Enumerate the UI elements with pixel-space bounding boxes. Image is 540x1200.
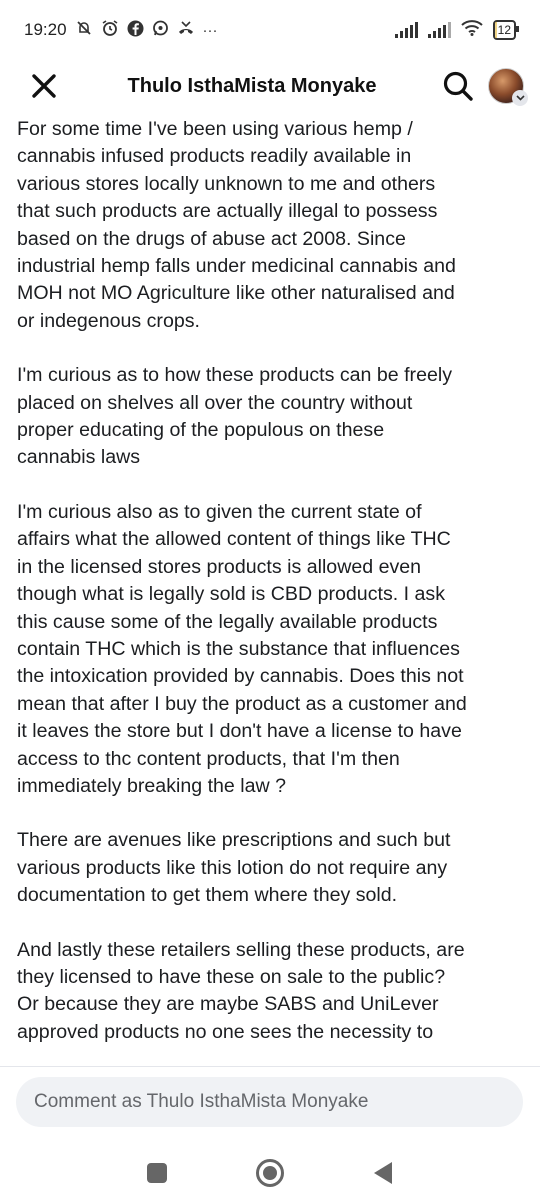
system-nav-bar — [0, 1146, 540, 1200]
status-bar: 19:20 ··· 12 — [0, 0, 540, 60]
wifi-icon — [460, 19, 483, 41]
close-icon — [32, 74, 56, 98]
status-left: 19:20 ··· — [24, 19, 218, 41]
post-paragraph: I'm curious also as to given the current… — [17, 500, 467, 797]
post-paragraph: There are avenues like prescriptions and… — [17, 829, 451, 907]
battery-icon: 12 — [492, 20, 520, 40]
battery-fill — [494, 22, 497, 38]
comment-bar — [0, 1066, 540, 1147]
facebook-icon — [127, 20, 144, 41]
profile-avatar-button[interactable] — [488, 68, 528, 106]
close-button[interactable] — [22, 64, 66, 108]
post-header: Thulo IsthaMista Monyake — [0, 60, 540, 112]
home-icon — [255, 1159, 284, 1187]
recents-button[interactable] — [135, 1151, 179, 1195]
status-time: 19:20 — [24, 20, 67, 39]
status-right: 12 — [394, 19, 520, 41]
chevron-down-icon — [512, 90, 528, 106]
page-title: Thulo IsthaMista Monyake — [127, 74, 377, 97]
mute-icon — [75, 20, 93, 40]
post-paragraph: And lastly these retailers selling these… — [17, 938, 465, 1043]
signal-icon — [394, 22, 418, 38]
alarm-icon — [101, 19, 119, 41]
post-body: For some time I've been using various he… — [17, 116, 527, 1062]
whatsapp-icon — [152, 20, 169, 41]
missed-call-icon — [177, 20, 195, 40]
recents-icon — [146, 1163, 167, 1183]
back-icon — [374, 1162, 393, 1184]
comment-input[interactable] — [16, 1077, 523, 1127]
home-button[interactable] — [248, 1151, 292, 1195]
post-paragraph: For some time I've been using various he… — [17, 118, 456, 332]
more-icon: ··· — [202, 21, 218, 39]
search-button[interactable] — [438, 66, 478, 106]
signal-icon — [427, 22, 451, 38]
battery-level: 12 — [497, 23, 511, 37]
search-icon — [443, 71, 473, 101]
post-paragraph: I'm curious as to how these products can… — [17, 364, 453, 469]
back-button[interactable] — [361, 1151, 405, 1195]
